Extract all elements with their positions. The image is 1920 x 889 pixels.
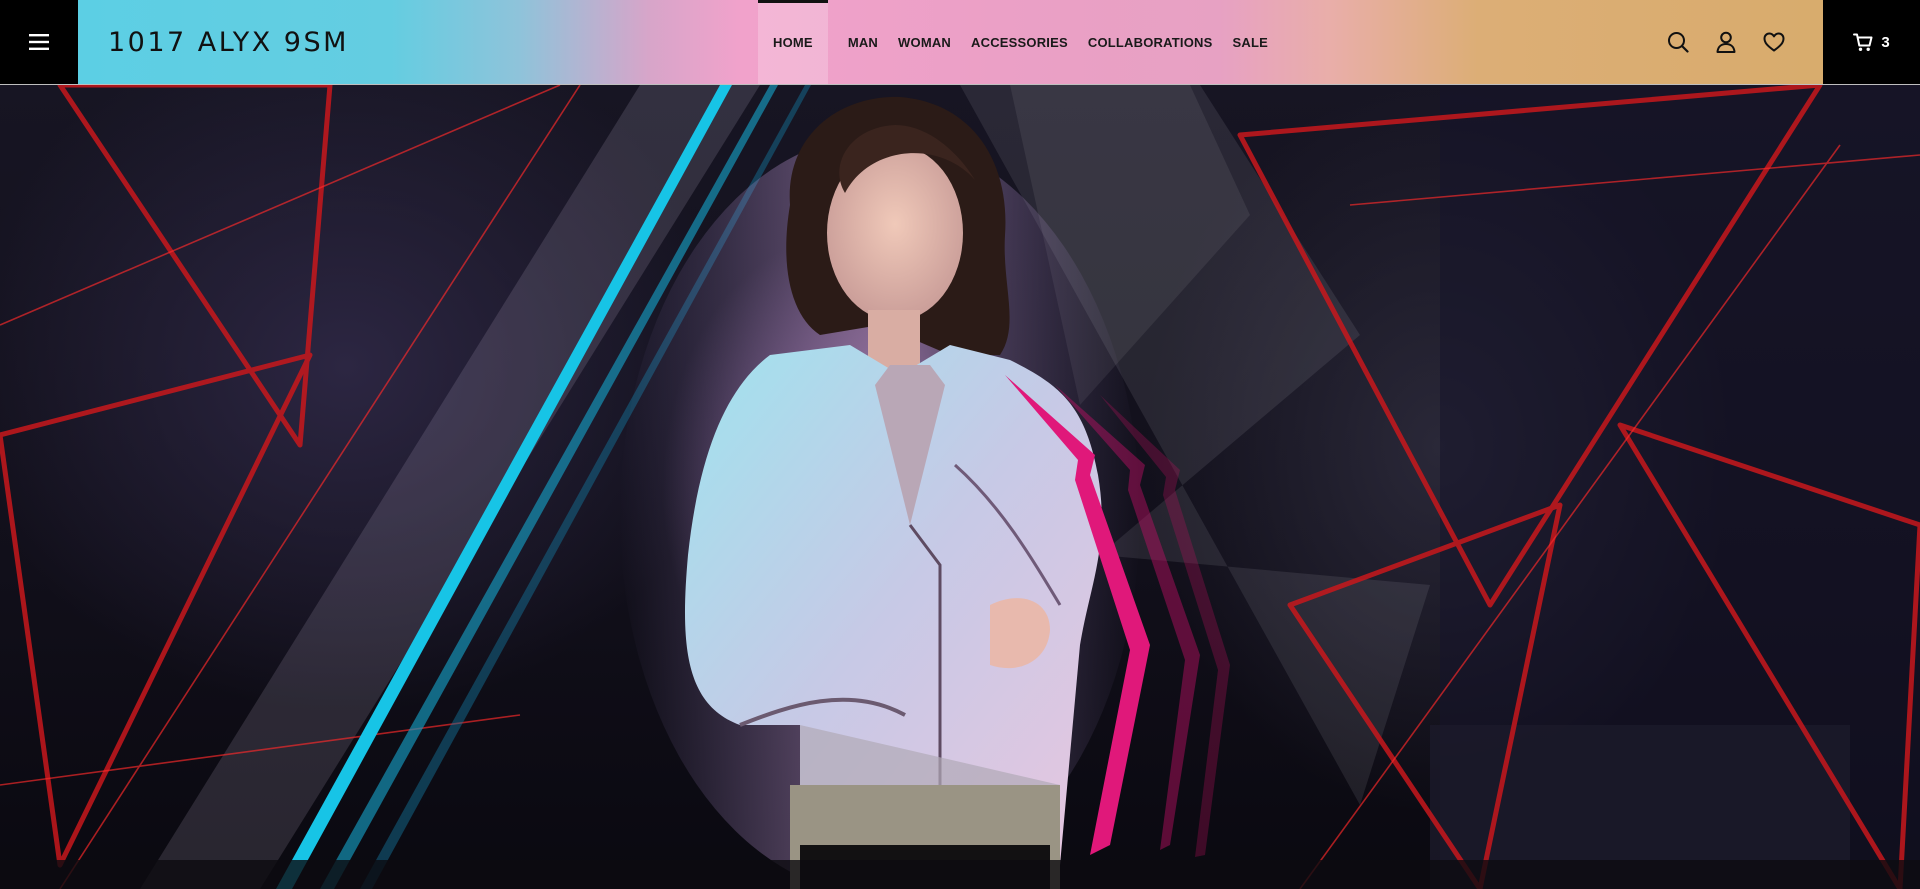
nav-accessories-label: ACCESSORIES bbox=[971, 34, 1068, 50]
brand-bar: 1017 ALYX 9SM HOME MAN WOMAN ACCESSORIES… bbox=[78, 0, 1920, 84]
account-button[interactable] bbox=[1702, 18, 1750, 66]
nav-collaborations[interactable]: COLLABORATIONS bbox=[1078, 0, 1223, 84]
nav-home[interactable]: HOME bbox=[758, 0, 828, 84]
nav-woman[interactable]: WOMAN bbox=[888, 0, 961, 84]
cart-icon bbox=[1853, 33, 1873, 51]
nav-man-label: MAN bbox=[847, 34, 879, 50]
nav-collaborations-label: COLLABORATIONS bbox=[1087, 34, 1213, 50]
hero-image bbox=[0, 85, 1920, 889]
brand-logo[interactable]: 1017 ALYX 9SM bbox=[108, 27, 349, 58]
nav-sale-label: SALE bbox=[1232, 34, 1268, 50]
user-icon bbox=[1716, 31, 1736, 53]
cart-button[interactable]: 3 bbox=[1823, 0, 1920, 84]
header-actions: 3 bbox=[1654, 0, 1920, 84]
search-button[interactable] bbox=[1654, 18, 1702, 66]
hero-banner bbox=[0, 85, 1920, 889]
search-icon bbox=[1668, 32, 1689, 53]
wishlist-button[interactable] bbox=[1750, 18, 1798, 66]
heart-icon bbox=[1763, 32, 1785, 52]
nav-woman-label: WOMAN bbox=[898, 34, 952, 50]
nav-man[interactable]: MAN bbox=[828, 0, 888, 84]
nav-accessories[interactable]: ACCESSORIES bbox=[961, 0, 1078, 84]
nav-home-label: HOME bbox=[773, 34, 813, 50]
hamburger-menu-icon bbox=[29, 34, 49, 50]
site-header: 1017 ALYX 9SM HOME MAN WOMAN ACCESSORIES… bbox=[0, 0, 1920, 85]
nav-sale[interactable]: SALE bbox=[1222, 0, 1277, 84]
cart-count: 3 bbox=[1881, 33, 1890, 51]
main-nav: HOME MAN WOMAN ACCESSORIES COLLABORATION… bbox=[758, 0, 1278, 84]
menu-button[interactable] bbox=[0, 0, 78, 84]
